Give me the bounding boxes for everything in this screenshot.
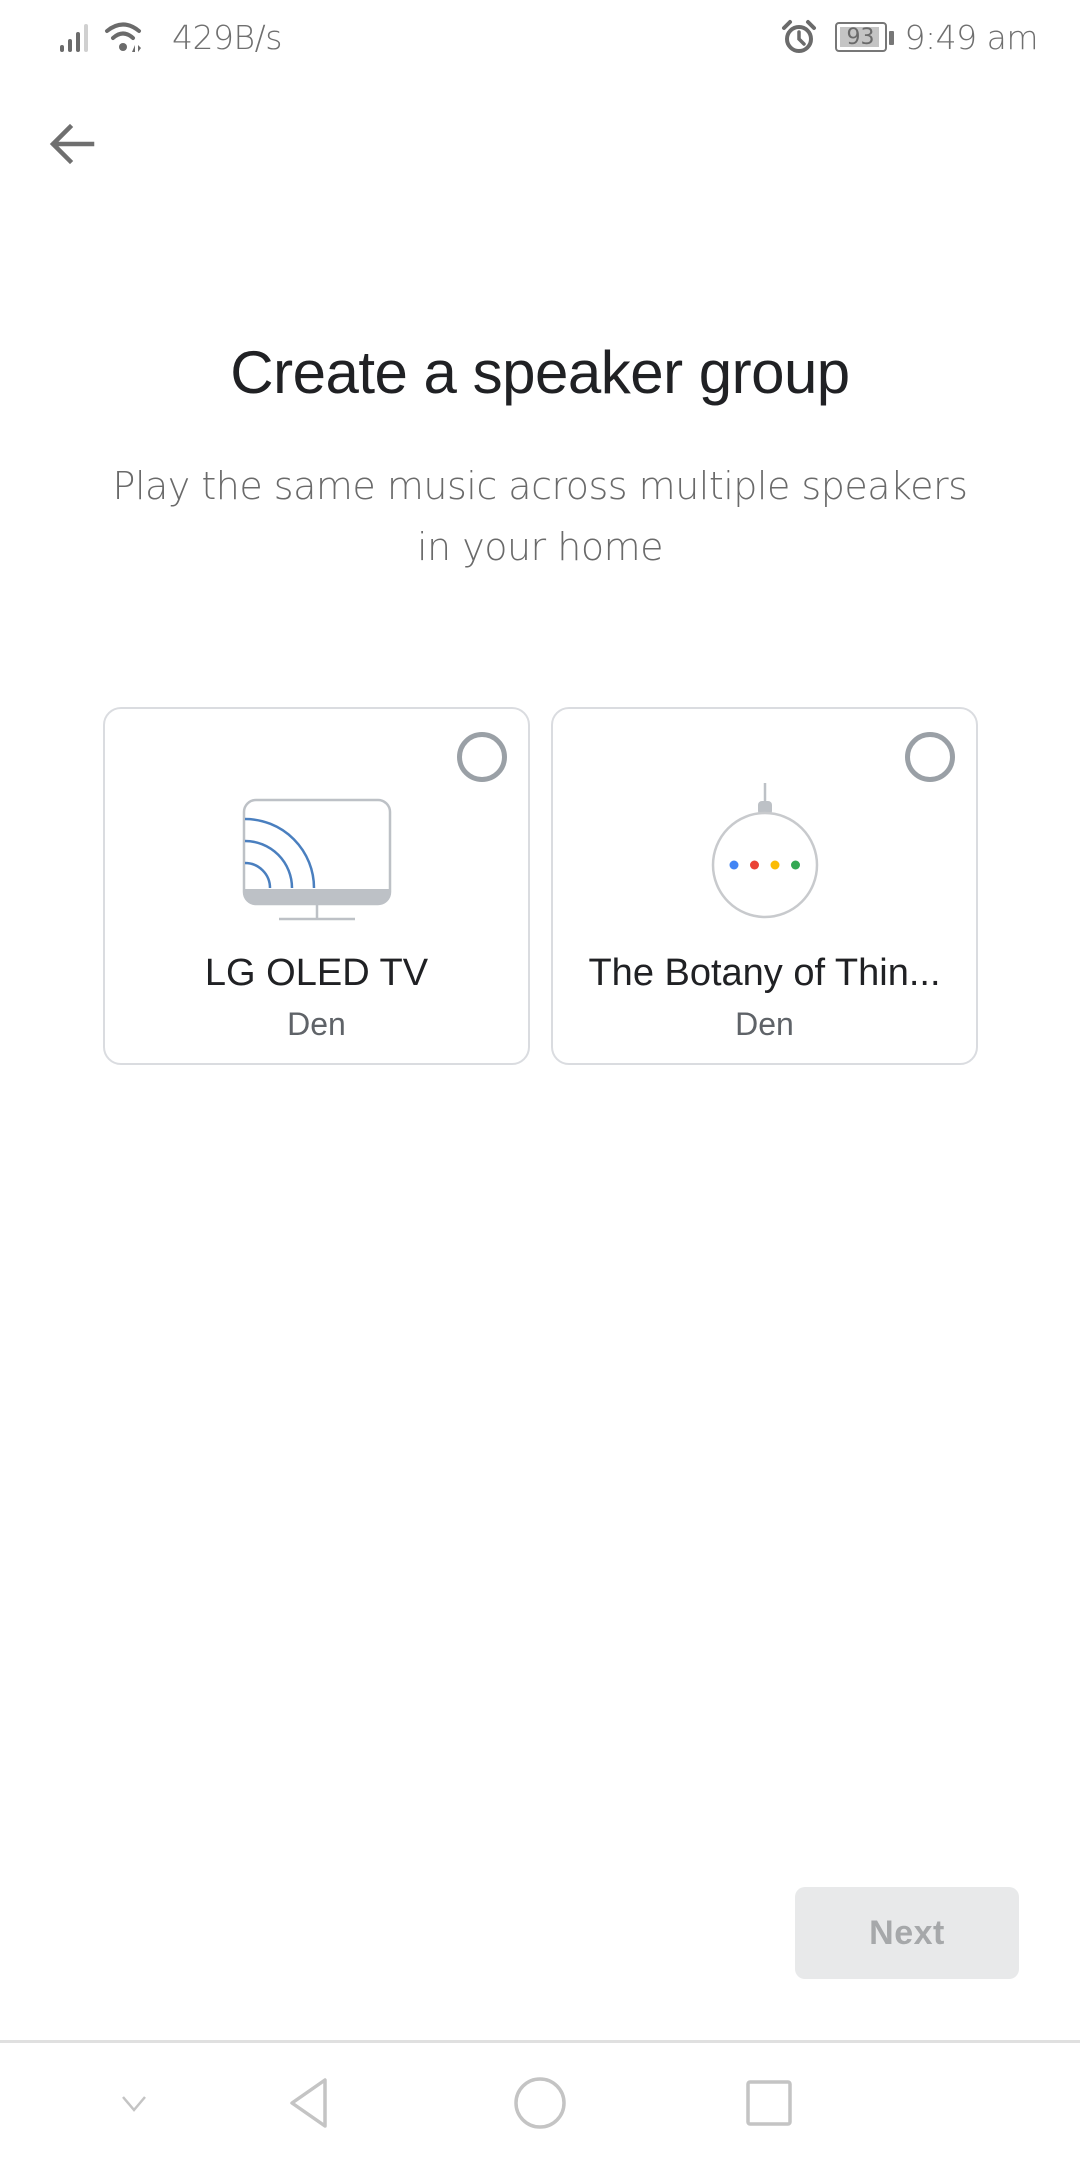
blue-dot bbox=[729, 860, 738, 870]
device-room: Den bbox=[287, 1006, 346, 1042]
nav-home-button[interactable] bbox=[510, 2073, 570, 2133]
chevron-down-icon bbox=[122, 2096, 146, 2112]
device-name: The Botany of Thin... bbox=[588, 952, 941, 994]
square-recents-icon bbox=[746, 2080, 792, 2126]
status-bar-right: 93 9:49 am bbox=[781, 14, 1039, 60]
device-select-radio[interactable] bbox=[905, 732, 955, 782]
battery-level: 93 bbox=[846, 24, 875, 50]
status-bar: 429B/s 93 9:49 am bbox=[0, 0, 1080, 74]
device-name: LG OLED TV bbox=[204, 952, 429, 994]
nav-recents-button[interactable] bbox=[739, 2073, 799, 2133]
device-room: Den bbox=[735, 1006, 794, 1042]
clock: 9:49 am bbox=[904, 17, 1039, 57]
battery-tip bbox=[888, 31, 894, 45]
circle-home-icon bbox=[514, 2077, 566, 2129]
arrow-left-icon bbox=[49, 123, 95, 165]
signal-icon bbox=[60, 24, 88, 52]
device-select-radio[interactable] bbox=[457, 732, 507, 782]
green-dot bbox=[790, 860, 800, 870]
wifi-icon bbox=[105, 22, 141, 52]
back-button[interactable] bbox=[40, 112, 104, 176]
system-nav-bar bbox=[0, 2043, 1080, 2160]
yellow-dot bbox=[770, 860, 779, 870]
device-card-botany[interactable]: The Botany of Thin... Den bbox=[551, 707, 978, 1065]
google-home-mini-icon bbox=[711, 783, 818, 919]
next-button[interactable]: Next bbox=[795, 1887, 1019, 1979]
page-title: Create a speaker group bbox=[230, 339, 850, 406]
cast-tv-icon bbox=[242, 798, 391, 921]
network-speed: 429B/s bbox=[172, 17, 282, 57]
battery-icon: 93 bbox=[834, 22, 894, 52]
nav-back-button[interactable] bbox=[279, 2073, 339, 2133]
hide-nav-button[interactable] bbox=[104, 2073, 164, 2133]
alarm-icon bbox=[781, 20, 816, 53]
triangle-back-icon bbox=[290, 2078, 327, 2128]
page-subtitle: Play the same music across multiple spea… bbox=[112, 464, 968, 569]
device-card-lg-oled-tv[interactable]: LG OLED TV Den bbox=[103, 707, 530, 1065]
red-dot bbox=[749, 860, 759, 870]
status-bar-left: 429B/s bbox=[58, 14, 282, 60]
